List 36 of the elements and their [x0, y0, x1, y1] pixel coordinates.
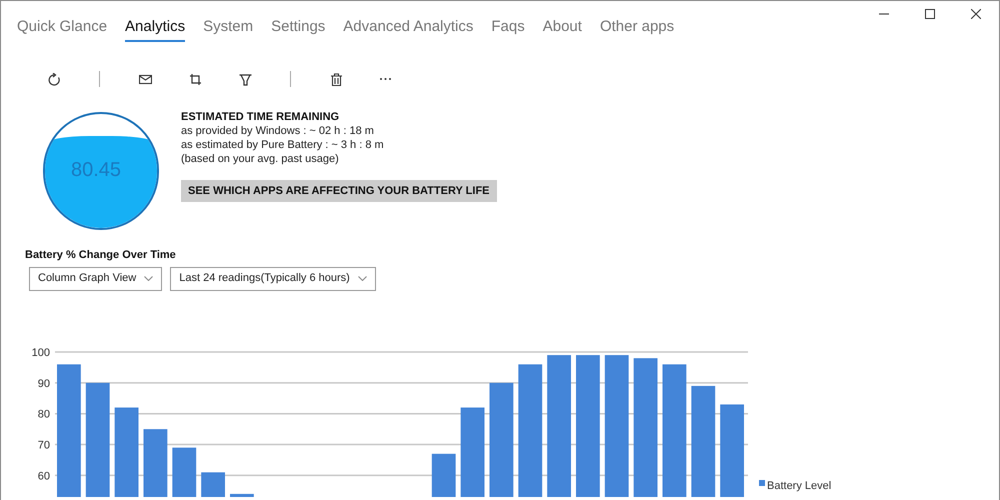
battery-bar [172, 447, 196, 496]
nav-tab[interactable]: System [203, 17, 254, 42]
chart-heading: Battery % Change Over Time [25, 248, 177, 263]
battery-bar [201, 472, 225, 496]
axis-label: 70 [38, 439, 50, 452]
nav-tab[interactable]: Faqs [491, 17, 525, 42]
estimate-line: (based on your avg. past usage) [181, 152, 340, 166]
axis-label: 60 [38, 470, 50, 482]
nav-tab[interactable]: About [542, 17, 582, 42]
crop-icon [188, 72, 202, 86]
battery-bar [230, 493, 254, 496]
delete-icon [330, 72, 342, 86]
range-dropdown[interactable]: Last 24 readings(Typically 6 hours) [170, 266, 376, 290]
nav-tab[interactable]: Quick Glance [17, 17, 108, 42]
filter-icon [238, 72, 252, 86]
view-dropdown[interactable]: Column Graph View [29, 266, 162, 290]
nav-tab[interactable]: Other apps [600, 17, 674, 42]
nav-tab[interactable]: Advanced Analytics [343, 17, 474, 42]
estimate-line: as provided by Windows : ~ 02 h : 18 m [181, 124, 375, 138]
axis-label: 100 [32, 346, 50, 358]
refresh-icon [48, 72, 60, 86]
estimate-heading: ESTIMATED TIME REMAINING [181, 110, 340, 124]
nav-tab[interactable]: Settings [271, 17, 326, 42]
axis-label: 90 [38, 377, 50, 390]
affecting-apps-button[interactable]: SEE WHICH APPS ARE AFFECTING YOUR BATTERY LIFE [181, 180, 497, 202]
estimate-line: as estimated by Pure Battery : ~ 3 h : 8 m [181, 138, 385, 152]
axis-label: 80 [38, 408, 50, 420]
maximize-icon [925, 9, 935, 19]
battery-bar [144, 428, 168, 496]
mail-icon [138, 72, 152, 86]
close-icon [971, 9, 981, 19]
chevron-icon [358, 276, 367, 281]
nav-tab[interactable]: Analytics [125, 17, 186, 42]
chevron-icon [144, 276, 154, 281]
battery-bar [432, 453, 456, 496]
legend-label: Battery Level [767, 480, 832, 492]
